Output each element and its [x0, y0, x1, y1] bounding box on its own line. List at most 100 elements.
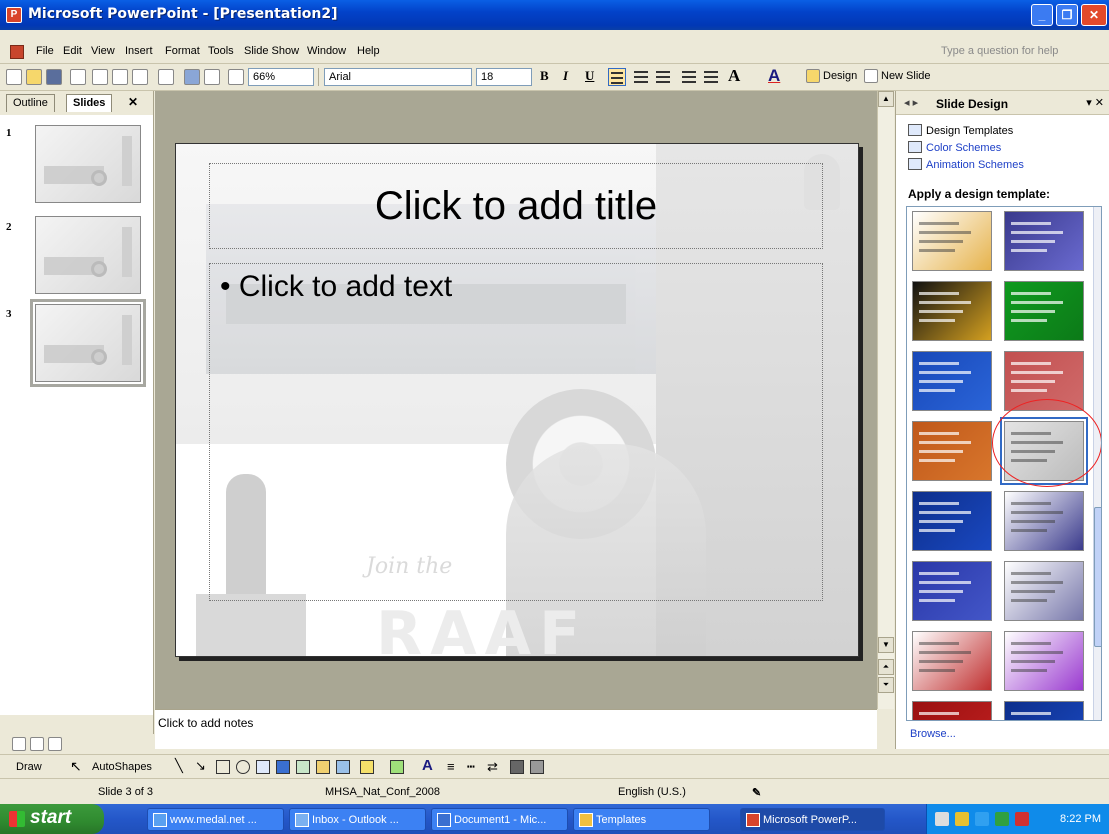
shadow-icon[interactable] — [510, 760, 524, 774]
design-template-15[interactable] — [912, 701, 992, 720]
bullets-button[interactable] — [702, 68, 720, 86]
taskbar-item-templates[interactable]: Templates — [573, 808, 710, 831]
autoshapes-menu[interactable]: AutoShapes — [92, 761, 152, 773]
network-icon[interactable] — [975, 812, 989, 826]
new-slide-button[interactable]: New Slide — [881, 70, 931, 82]
taskbar-item-outlook[interactable]: Inbox - Outlook ... — [289, 808, 426, 831]
select-pointer-icon[interactable]: ↖ — [70, 758, 82, 775]
design-template-16[interactable] — [1004, 701, 1084, 720]
menu-tools[interactable]: Tools — [208, 45, 234, 57]
close-pane-icon[interactable]: ✕ — [128, 95, 138, 109]
previous-slide-icon[interactable]: ⏶ — [878, 659, 894, 675]
design-template-4[interactable] — [1004, 281, 1084, 341]
spelling-icon[interactable]: ✎ — [752, 786, 761, 799]
taskbar-item-browser[interactable]: www.medal.net ... — [147, 808, 284, 831]
rectangle-icon[interactable] — [216, 760, 230, 774]
slide-show-icon[interactable] — [48, 737, 62, 751]
tab-slides[interactable]: Slides — [66, 94, 113, 112]
design-template-3[interactable] — [912, 281, 992, 341]
font-size-combo[interactable]: 18 — [476, 68, 532, 86]
design-template-12[interactable] — [1004, 561, 1084, 621]
design-template-10[interactable] — [1004, 491, 1084, 551]
clipart-icon[interactable] — [316, 760, 330, 774]
show-grid-icon[interactable] — [228, 69, 244, 85]
design-template-7[interactable] — [912, 421, 992, 481]
design-templates-link[interactable]: Design Templates — [908, 124, 1013, 137]
menu-edit[interactable]: Edit — [63, 45, 82, 57]
paste-icon[interactable] — [112, 69, 128, 85]
dash-style-icon[interactable]: ┅ — [467, 759, 475, 775]
design-button[interactable]: Design — [823, 70, 857, 82]
design-template-1[interactable] — [912, 211, 992, 271]
menu-window[interactable]: Window — [307, 45, 346, 57]
draw-menu[interactable]: Draw — [16, 761, 42, 773]
arrow-icon[interactable]: ↘ — [195, 758, 206, 774]
taskbar-item-word[interactable]: Document1 - Mic... — [431, 808, 568, 831]
font-color-draw-icon[interactable]: A — [422, 757, 433, 774]
browse-link[interactable]: Browse... — [910, 728, 956, 740]
design-template-5[interactable] — [912, 351, 992, 411]
design-template-9[interactable] — [912, 491, 992, 551]
arrow-style-icon[interactable]: ⇄ — [487, 759, 498, 775]
animation-schemes-link[interactable]: Animation Schemes — [908, 158, 1024, 171]
minimize-button[interactable]: _ — [1031, 4, 1053, 26]
increase-font-icon[interactable]: A — [728, 66, 740, 86]
scroll-down-icon[interactable]: ▼ — [878, 637, 894, 653]
normal-view-icon[interactable] — [12, 737, 26, 751]
menu-format[interactable]: Format — [165, 45, 200, 57]
menu-file[interactable]: File — [36, 45, 54, 57]
font-combo[interactable]: Arial — [324, 68, 472, 86]
powerpoint-app-icon[interactable]: P — [6, 7, 22, 23]
back-forward-icon[interactable]: ◂ ▸ — [904, 96, 918, 109]
tray-icon[interactable] — [955, 812, 969, 826]
antivirus-icon[interactable] — [995, 812, 1009, 826]
format-painter-icon[interactable] — [132, 69, 148, 85]
design-template-14[interactable] — [1004, 631, 1084, 691]
slide-thumbnail-3[interactable] — [30, 299, 146, 387]
help-search-box[interactable]: Type a question for help — [935, 43, 1095, 61]
slide-canvas[interactable]: Join the RAAF Click to add title • Click… — [175, 143, 859, 657]
slide-sorter-icon[interactable] — [30, 737, 44, 751]
next-slide-icon[interactable]: ⏷ — [878, 677, 894, 693]
align-right-button[interactable] — [654, 68, 672, 86]
diagram-icon[interactable] — [296, 760, 310, 774]
design-template-2[interactable] — [1004, 211, 1084, 271]
document-icon[interactable] — [10, 45, 24, 59]
insert-chart-icon[interactable] — [184, 69, 200, 85]
wordart-icon[interactable] — [276, 760, 290, 774]
align-left-button[interactable] — [608, 68, 626, 86]
slide-scrollbar[interactable]: ▲ ▼ ⏶ ⏷ — [877, 91, 894, 709]
title-placeholder[interactable]: Click to add title — [209, 163, 823, 249]
open-icon[interactable] — [26, 69, 42, 85]
fill-color-icon[interactable] — [360, 760, 374, 774]
new-icon[interactable] — [6, 69, 22, 85]
menu-insert[interactable]: Insert — [125, 45, 153, 57]
security-icon[interactable] — [1015, 812, 1029, 826]
tab-outline[interactable]: Outline — [6, 94, 55, 112]
color-schemes-link[interactable]: Color Schemes — [908, 141, 1001, 154]
body-placeholder[interactable]: • Click to add text — [209, 263, 823, 601]
slide-thumbnail-2[interactable] — [35, 216, 141, 294]
line-color-icon[interactable] — [390, 760, 404, 774]
print-icon[interactable] — [70, 69, 86, 85]
notes-pane[interactable]: Click to add notes — [155, 709, 877, 749]
help-tray-icon[interactable] — [935, 812, 949, 826]
bold-button[interactable]: B — [540, 68, 549, 84]
close-button[interactable]: ✕ — [1081, 4, 1107, 26]
italic-button[interactable]: I — [563, 68, 568, 84]
maximize-button[interactable]: ❐ — [1056, 4, 1078, 26]
font-color-icon[interactable]: A — [768, 66, 780, 86]
menu-slide-show[interactable]: Slide Show — [244, 45, 299, 57]
line-style-icon[interactable]: ≡ — [447, 759, 455, 774]
align-center-button[interactable] — [632, 68, 650, 86]
menu-view[interactable]: View — [91, 45, 115, 57]
design-template-11[interactable] — [912, 561, 992, 621]
cut-icon[interactable] — [92, 69, 108, 85]
taskbar-item-powerpoint[interactable]: Microsoft PowerP... — [740, 808, 885, 831]
numbering-button[interactable] — [680, 68, 698, 86]
3d-icon[interactable] — [530, 760, 544, 774]
start-button[interactable]: start — [0, 804, 104, 834]
design-template-13[interactable] — [912, 631, 992, 691]
slide-thumbnail-1[interactable] — [35, 125, 141, 203]
picture-icon[interactable] — [336, 760, 350, 774]
